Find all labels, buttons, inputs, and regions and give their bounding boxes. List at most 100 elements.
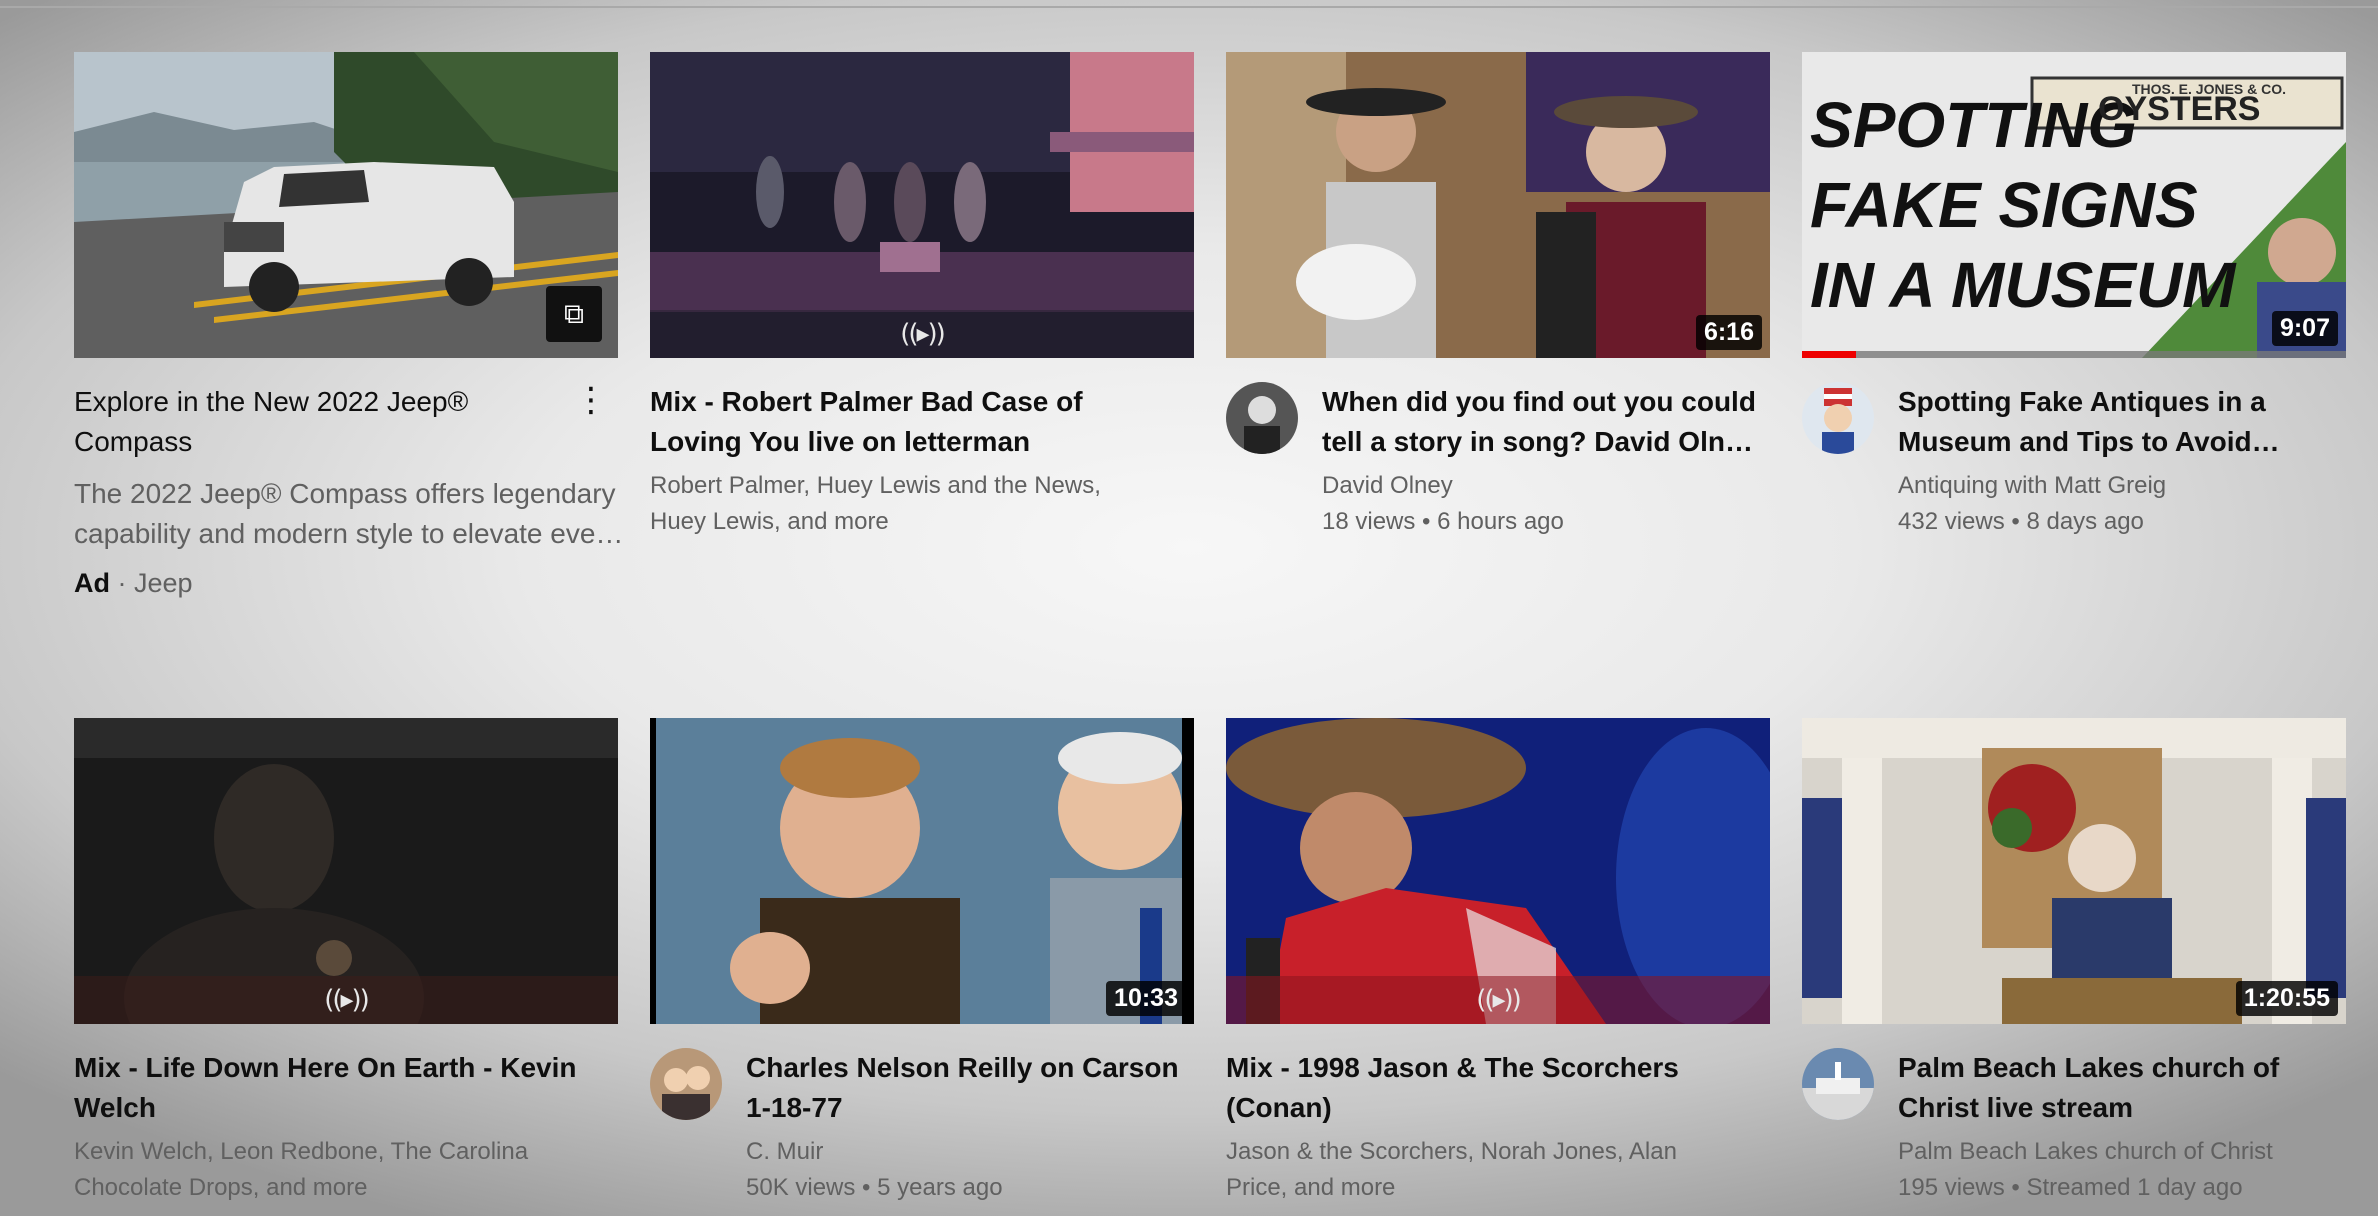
mix-artists-line: Chocolate Drops, and more bbox=[74, 1174, 368, 1201]
duration-badge: 10:33 bbox=[1106, 981, 1186, 1016]
more-actions-icon[interactable]: ⋮ bbox=[574, 380, 608, 420]
video-byline: Antiquing with Matt Greig 432 views • 8 … bbox=[1898, 468, 2346, 540]
video-thumbnail[interactable]: SPOTTING FAKE SIGNS IN A MUSEUM THOS. E.… bbox=[1802, 52, 2346, 358]
ad-thumbnail[interactable]: ⧉ bbox=[74, 52, 618, 358]
video-stats: 432 views • 8 days ago bbox=[1898, 508, 2144, 535]
thumb-text-line: SPOTTING bbox=[1810, 89, 2137, 161]
mix-artists-line: Robert Palmer, Huey Lewis and the News, bbox=[650, 472, 1101, 499]
video-meta: Spotting Fake Antiques in a Museum and T… bbox=[1802, 382, 2346, 540]
mix-overlay: ((▸)) bbox=[1226, 976, 1770, 1024]
video-text: Mix - Life Down Here On Earth - Kevin We… bbox=[74, 1048, 618, 1206]
duration-badge: 9:07 bbox=[2271, 311, 2338, 346]
video-meta: Charles Nelson Reilly on Carson 1-18-77 … bbox=[650, 1048, 1194, 1206]
video-card[interactable]: 1:20:55 Palm Beach Lakes church of Chris… bbox=[1802, 718, 2346, 1206]
video-title-line[interactable]: Explore in the New 2022 Jeep® bbox=[74, 382, 623, 422]
video-text: Mix - 1998 Jason & The Scorchers (Conan)… bbox=[1226, 1048, 1770, 1206]
ad-description-line: The 2022 Jeep® Compass offers legendary bbox=[74, 478, 616, 509]
video-card[interactable]: 10:33 Charles Nelson Reilly on Carson 1-… bbox=[650, 718, 1194, 1206]
video-title-line[interactable]: Mix - Robert Palmer Bad Case of bbox=[650, 382, 1194, 422]
video-thumbnail[interactable]: ((▸)) bbox=[650, 52, 1194, 358]
video-title-line[interactable]: Museum and Tips to Avoid… bbox=[1898, 422, 2346, 462]
video-title-line[interactable]: Mix - 1998 Jason & The Scorchers bbox=[1226, 1048, 1770, 1088]
video-meta: Mix - 1998 Jason & The Scorchers (Conan)… bbox=[1226, 1048, 1770, 1206]
video-title[interactable]: Mix - Life Down Here On Earth - Kevin We… bbox=[74, 1048, 618, 1128]
mix-artists-line: Huey Lewis, and more bbox=[650, 508, 889, 535]
video-card[interactable]: ((▸)) Mix - Life Down Here On Earth - Ke… bbox=[74, 718, 618, 1206]
video-title-line[interactable]: Spotting Fake Antiques in a bbox=[1898, 382, 2346, 422]
video-meta: Mix - Robert Palmer Bad Case of Loving Y… bbox=[650, 382, 1194, 540]
video-title-line[interactable]: Welch bbox=[74, 1088, 618, 1128]
mix-artists-line: Kevin Welch, Leon Redbone, The Carolina bbox=[74, 1138, 529, 1165]
video-text: Mix - Robert Palmer Bad Case of Loving Y… bbox=[650, 382, 1194, 540]
video-card[interactable]: 6:16 When did you find out you could tel… bbox=[1226, 52, 1770, 540]
video-thumbnail[interactable]: ((▸)) bbox=[74, 718, 618, 1024]
duration-badge: 1:20:55 bbox=[2235, 981, 2338, 1016]
video-title-line[interactable]: Charles Nelson Reilly on Carson bbox=[746, 1048, 1194, 1088]
video-thumbnail[interactable]: ((▸)) bbox=[1226, 718, 1770, 1024]
ad-meta: Explore in the New 2022 Jeep® Compass Th… bbox=[74, 382, 623, 599]
advertiser-name[interactable]: Jeep bbox=[134, 568, 193, 598]
mix-artists: Robert Palmer, Huey Lewis and the News, … bbox=[650, 468, 1194, 540]
video-title[interactable]: Spotting Fake Antiques in a Museum and T… bbox=[1898, 382, 2346, 462]
ad-card[interactable]: ⧉ Explore in the New 2022 Jeep® Compass … bbox=[74, 52, 623, 599]
video-text: Palm Beach Lakes church of Christ live s… bbox=[1898, 1048, 2346, 1206]
video-thumbnail[interactable]: 10:33 bbox=[650, 718, 1194, 1024]
video-title-line[interactable]: Compass bbox=[74, 422, 623, 462]
video-title-line[interactable]: tell a story in song? David Oln… bbox=[1322, 422, 1770, 462]
ad-text: Explore in the New 2022 Jeep® Compass Th… bbox=[74, 382, 623, 599]
video-title-line[interactable]: (Conan) bbox=[1226, 1088, 1770, 1128]
ad-description: The 2022 Jeep® Compass offers legendary … bbox=[74, 474, 623, 554]
video-thumbnail[interactable]: 1:20:55 bbox=[1802, 718, 2346, 1024]
video-stats: 195 views • Streamed 1 day ago bbox=[1898, 1174, 2243, 1201]
jeep-thumbnail-image bbox=[74, 52, 618, 358]
channel-name[interactable]: David Olney bbox=[1322, 468, 1770, 504]
mix-overlay: ((▸)) bbox=[74, 976, 618, 1024]
video-title-line[interactable]: Christ live stream bbox=[1898, 1088, 2346, 1128]
church-thumbnail-image bbox=[1802, 718, 2346, 1024]
video-thumbnail[interactable]: 6:16 bbox=[1226, 52, 1770, 358]
antiques-thumbnail-image: SPOTTING FAKE SIGNS IN A MUSEUM THOS. E.… bbox=[1802, 52, 2346, 358]
channel-name[interactable]: Palm Beach Lakes church of Christ bbox=[1898, 1134, 2346, 1170]
video-title[interactable]: Mix - Robert Palmer Bad Case of Loving Y… bbox=[650, 382, 1194, 462]
channel-name[interactable]: Antiquing with Matt Greig bbox=[1898, 468, 2346, 504]
mix-radio-icon: ((▸)) bbox=[1476, 985, 1522, 1015]
video-title[interactable]: When did you find out you could tell a s… bbox=[1322, 382, 1770, 462]
ad-label-row: Ad · Jeep bbox=[74, 568, 623, 599]
channel-name[interactable]: C. Muir bbox=[746, 1134, 1194, 1170]
video-card[interactable]: ((▸)) Mix - Robert Palmer Bad Case of Lo… bbox=[650, 52, 1194, 540]
video-title-line[interactable]: 1-18-77 bbox=[746, 1088, 1194, 1128]
mix-artists-line: Jason & the Scorchers, Norah Jones, Alan bbox=[1226, 1138, 1677, 1165]
thumb-sign-big: OYSTERS bbox=[2098, 90, 2260, 128]
mix-overlay: ((▸)) bbox=[650, 310, 1194, 358]
video-card[interactable]: SPOTTING FAKE SIGNS IN A MUSEUM THOS. E.… bbox=[1802, 52, 2346, 540]
video-meta: Palm Beach Lakes church of Christ live s… bbox=[1802, 1048, 2346, 1206]
video-title[interactable]: Mix - 1998 Jason & The Scorchers (Conan) bbox=[1226, 1048, 1770, 1128]
video-title-line[interactable]: Palm Beach Lakes church of bbox=[1898, 1048, 2346, 1088]
video-text: Spotting Fake Antiques in a Museum and T… bbox=[1898, 382, 2346, 540]
video-title[interactable]: Charles Nelson Reilly on Carson 1-18-77 bbox=[746, 1048, 1194, 1128]
video-stats: 18 views • 6 hours ago bbox=[1322, 508, 1564, 535]
video-card[interactable]: ((▸)) Mix - 1998 Jason & The Scorchers (… bbox=[1226, 718, 1770, 1206]
mix-radio-icon: ((▸)) bbox=[324, 985, 370, 1015]
video-meta: When did you find out you could tell a s… bbox=[1226, 382, 1770, 540]
channel-avatar[interactable] bbox=[1226, 382, 1298, 454]
video-title[interactable]: Explore in the New 2022 Jeep® Compass bbox=[74, 382, 623, 462]
channel-avatar[interactable] bbox=[1802, 382, 1874, 454]
channel-avatar[interactable] bbox=[650, 1048, 722, 1120]
video-title[interactable]: Palm Beach Lakes church of Christ live s… bbox=[1898, 1048, 2346, 1128]
external-link-icon[interactable]: ⧉ bbox=[546, 286, 602, 342]
separator-dot: · bbox=[110, 568, 134, 598]
video-byline: C. Muir 50K views • 5 years ago bbox=[746, 1134, 1194, 1206]
mix-artists-line: Price, and more bbox=[1226, 1174, 1396, 1201]
thumb-text-line: IN A MUSEUM bbox=[1810, 249, 2237, 321]
channel-avatar[interactable] bbox=[1802, 1048, 1874, 1120]
thumb-text-line: FAKE SIGNS bbox=[1810, 169, 2198, 241]
video-title-line[interactable]: Mix - Life Down Here On Earth - Kevin bbox=[74, 1048, 618, 1088]
video-title-line[interactable]: When did you find out you could bbox=[1322, 382, 1770, 422]
watch-progress-bar bbox=[1802, 351, 2346, 358]
video-title-line[interactable]: Loving You live on letterman bbox=[650, 422, 1194, 462]
duration-badge: 6:16 bbox=[1695, 315, 1762, 350]
ad-description-line: capability and modern style to elevate e… bbox=[74, 518, 624, 549]
ad-badge: Ad bbox=[74, 568, 110, 598]
video-text: Charles Nelson Reilly on Carson 1-18-77 … bbox=[746, 1048, 1194, 1206]
